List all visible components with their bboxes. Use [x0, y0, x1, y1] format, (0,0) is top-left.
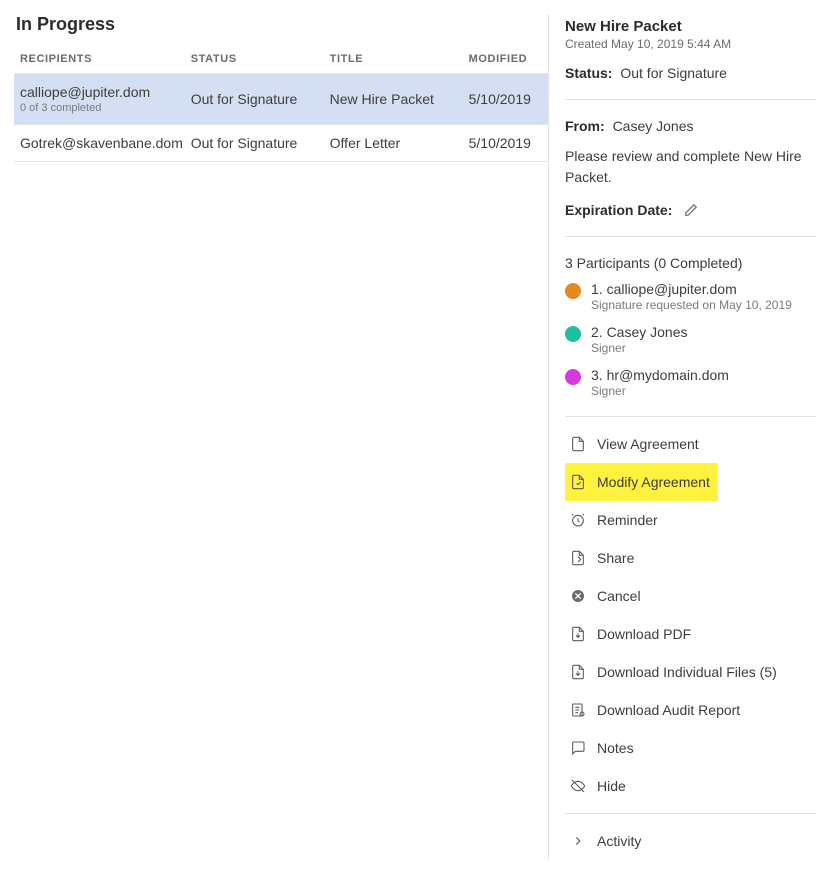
- notes-button[interactable]: Notes: [565, 729, 816, 767]
- view-agreement-button[interactable]: View Agreement: [565, 425, 816, 463]
- cell-modified: 5/10/2019: [469, 91, 548, 107]
- notes-icon: [569, 739, 587, 757]
- download-icon: [569, 625, 587, 643]
- participant-sub: Signer: [591, 341, 688, 355]
- cell-status: Out for Signature: [191, 91, 330, 107]
- page-title: In Progress: [14, 14, 548, 35]
- detail-title: New Hire Packet: [565, 18, 816, 35]
- action-list: View Agreement Modify Agreement Reminder: [565, 416, 816, 860]
- participant-sub: Signature requested on May 10, 2019: [591, 298, 792, 312]
- audit-icon: [569, 701, 587, 719]
- agreements-list: In Progress RECIPIENTS STATUS TITLE MODI…: [14, 14, 548, 860]
- detail-message: Please review and complete New Hire Pack…: [565, 146, 816, 188]
- cell-recipient-sub: 0 of 3 completed: [20, 102, 191, 114]
- download-files-icon: [569, 663, 587, 681]
- table-row[interactable]: Gotrek@skavenbane.dom Out for Signature …: [14, 125, 548, 162]
- reminder-button[interactable]: Reminder: [565, 501, 816, 539]
- participant-row: 2. Casey Jones Signer: [565, 324, 816, 355]
- edit-document-icon: [569, 473, 587, 491]
- participant-dot-icon: [565, 326, 581, 342]
- participants-header: 3 Participants (0 Completed): [565, 255, 816, 271]
- participant-sub: Signer: [591, 384, 729, 398]
- modify-agreement-button[interactable]: Modify Agreement: [565, 463, 718, 501]
- table-row[interactable]: calliope@jupiter.dom 0 of 3 completed Ou…: [14, 74, 548, 125]
- participant-row: 1. calliope@jupiter.dom Signature reques…: [565, 281, 816, 312]
- hide-icon: [569, 777, 587, 795]
- action-label: Reminder: [597, 512, 658, 528]
- action-label: Hide: [597, 778, 626, 794]
- participant-dot-icon: [565, 369, 581, 385]
- share-button[interactable]: Share: [565, 539, 816, 577]
- chevron-right-icon: [569, 832, 587, 850]
- participant-name: 3. hr@mydomain.dom: [591, 367, 729, 383]
- divider: [565, 813, 816, 814]
- clock-icon: [569, 511, 587, 529]
- participant-name: 2. Casey Jones: [591, 324, 688, 340]
- cell-recipient: Gotrek@skavenbane.dom: [20, 135, 191, 151]
- action-label: Activity: [597, 833, 641, 849]
- action-label: Modify Agreement: [597, 474, 710, 490]
- from-label: From:: [565, 118, 605, 134]
- pencil-icon[interactable]: [684, 203, 698, 217]
- action-label: Download PDF: [597, 626, 691, 642]
- cell-title: New Hire Packet: [330, 91, 469, 107]
- download-pdf-button[interactable]: Download PDF: [565, 615, 816, 653]
- cell-recipient: calliope@jupiter.dom: [20, 84, 191, 100]
- col-header-modified[interactable]: MODIFIED: [469, 53, 548, 65]
- participant-name: 1. calliope@jupiter.dom: [591, 281, 792, 297]
- action-label: View Agreement: [597, 436, 699, 452]
- share-icon: [569, 549, 587, 567]
- expiration-label: Expiration Date:: [565, 202, 672, 218]
- status-label: Status:: [565, 65, 612, 81]
- detail-created: Created May 10, 2019 5:44 AM: [565, 37, 816, 51]
- status-value: Out for Signature: [620, 65, 727, 81]
- action-label: Download Audit Report: [597, 702, 740, 718]
- col-header-status[interactable]: STATUS: [191, 53, 330, 65]
- action-label: Notes: [597, 740, 634, 756]
- action-label: Cancel: [597, 588, 641, 604]
- hide-button[interactable]: Hide: [565, 767, 816, 805]
- from-value: Casey Jones: [613, 118, 694, 134]
- col-header-title[interactable]: TITLE: [330, 53, 469, 65]
- detail-panel: New Hire Packet Created May 10, 2019 5:4…: [548, 14, 816, 860]
- action-label: Download Individual Files (5): [597, 664, 777, 680]
- cell-status: Out for Signature: [191, 135, 330, 151]
- participant-dot-icon: [565, 283, 581, 299]
- cancel-icon: [569, 587, 587, 605]
- download-files-button[interactable]: Download Individual Files (5): [565, 653, 816, 691]
- cell-title: Offer Letter: [330, 135, 469, 151]
- activity-button[interactable]: Activity: [565, 822, 816, 860]
- table-header: RECIPIENTS STATUS TITLE MODIFIED: [14, 53, 548, 74]
- action-label: Share: [597, 550, 634, 566]
- col-header-recipients[interactable]: RECIPIENTS: [20, 53, 191, 65]
- cell-modified: 5/10/2019: [469, 135, 548, 151]
- document-icon: [569, 435, 587, 453]
- audit-report-button[interactable]: Download Audit Report: [565, 691, 816, 729]
- participant-row: 3. hr@mydomain.dom Signer: [565, 367, 816, 398]
- cancel-button[interactable]: Cancel: [565, 577, 816, 615]
